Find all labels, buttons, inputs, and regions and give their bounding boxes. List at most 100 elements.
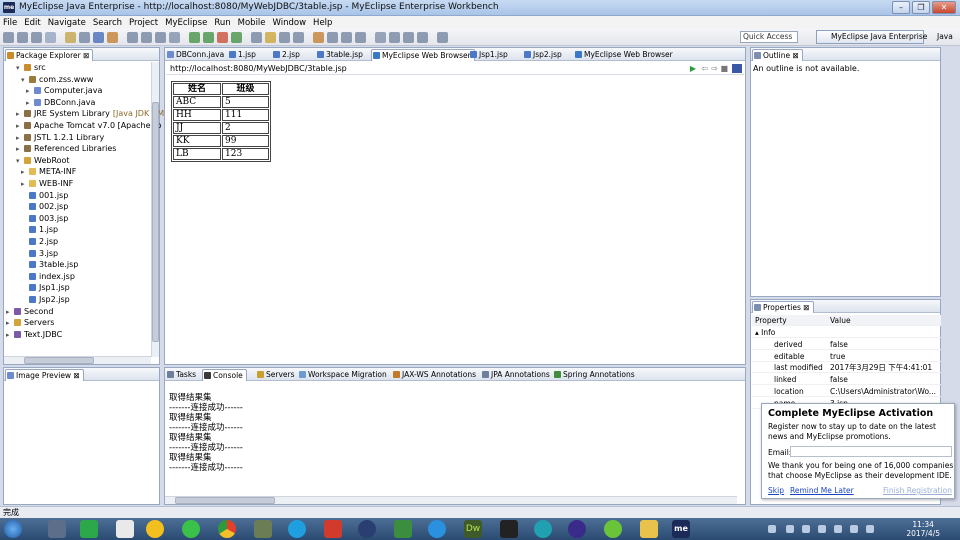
tree-item[interactable]: 002.jsp xyxy=(21,202,68,212)
menu-help[interactable]: Help xyxy=(313,18,332,28)
browser-url[interactable]: http://localhost:8080/MyWebJDBC/3table.j… xyxy=(170,62,347,75)
toolbar-button-icon[interactable] xyxy=(45,32,56,43)
toolbar-button-icon[interactable] xyxy=(169,32,180,43)
expand-toggle-icon[interactable]: ▾ xyxy=(16,156,24,166)
tree-item[interactable]: ▸ Apache Tomcat v7.0 [Apache To xyxy=(16,121,162,131)
expand-toggle-icon[interactable]: ▸ xyxy=(6,307,14,317)
tab-properties[interactable]: Properties ⊠ xyxy=(752,301,814,313)
toolbar-button-icon[interactable] xyxy=(155,32,166,43)
toolbar-button-icon[interactable] xyxy=(251,32,262,43)
wechat-icon[interactable] xyxy=(182,520,200,538)
tab-image-preview[interactable]: Image Preview ⊠ xyxy=(5,369,84,381)
menu-run[interactable]: Run xyxy=(214,18,230,28)
property-row[interactable]: editable true xyxy=(752,351,941,362)
menu-navigate[interactable]: Navigate xyxy=(48,18,86,28)
go-icon[interactable]: ▶ xyxy=(690,62,696,75)
package-explorer-horizontal-scrollbar[interactable] xyxy=(4,356,151,364)
volume-icon[interactable] xyxy=(866,525,874,533)
tree-item[interactable]: 3table.jsp xyxy=(21,260,78,270)
menu-file[interactable]: File xyxy=(3,18,17,28)
browser-menu-icon[interactable] xyxy=(732,64,742,73)
finish-registration-link[interactable]: Finish Registration xyxy=(883,486,952,495)
browser-icon[interactable] xyxy=(288,520,306,538)
menu-window[interactable]: Window xyxy=(273,18,307,28)
taskbar-clock[interactable]: 11:34 2017/4/5 xyxy=(906,520,940,538)
console-tab[interactable]: Workspace Migration xyxy=(298,369,390,381)
tree-item[interactable]: ▸ WEB-INF xyxy=(21,179,73,189)
toolbar-button-icon[interactable] xyxy=(203,32,214,43)
toolbar-button-icon[interactable] xyxy=(189,32,200,43)
myeclipse-taskbar-icon[interactable]: me xyxy=(672,520,690,538)
tray-icon[interactable] xyxy=(818,525,826,533)
close-button[interactable]: ✕ xyxy=(932,1,956,14)
app-icon[interactable] xyxy=(324,520,342,538)
toolbar-button-icon[interactable] xyxy=(127,32,138,43)
property-row[interactable]: derived false xyxy=(752,339,941,350)
restore-button[interactable]: ❐ xyxy=(912,1,930,14)
folder-icon[interactable] xyxy=(640,520,658,538)
perspective-java[interactable]: Java xyxy=(928,30,953,44)
tree-item[interactable]: ▾ com.zss.www xyxy=(21,75,93,85)
tree-item[interactable]: 001.jsp xyxy=(21,191,68,201)
tree-item[interactable]: ▸ DBConn.java xyxy=(26,98,95,108)
toolbar-button-icon[interactable] xyxy=(389,32,400,43)
toolbar-button-icon[interactable] xyxy=(231,32,242,43)
minimize-button[interactable]: – xyxy=(892,1,910,14)
baidu-netdisk-icon[interactable] xyxy=(428,520,446,538)
tray-icon[interactable] xyxy=(768,525,776,533)
quick-access-input[interactable]: Quick Access xyxy=(740,31,798,43)
tree-item[interactable]: ▸ Second xyxy=(6,307,53,317)
tree-item[interactable]: 1.jsp xyxy=(21,225,58,235)
property-row[interactable]: last modified 2017年3月29日 下午4:41:01 xyxy=(752,362,941,374)
expand-toggle-icon[interactable]: ▸ xyxy=(6,330,14,340)
tree-item[interactable]: ▸ Computer.java xyxy=(26,86,102,96)
toolbar-button-icon[interactable] xyxy=(3,32,14,43)
qq-icon[interactable] xyxy=(146,520,164,538)
console-tab[interactable]: Console xyxy=(202,369,247,381)
start-button-icon[interactable] xyxy=(4,520,22,538)
expand-toggle-icon[interactable]: ▸ xyxy=(16,133,24,143)
console-tab[interactable]: Tasks xyxy=(166,369,199,381)
tab-outline[interactable]: Outline ⊠ xyxy=(752,49,803,61)
property-row[interactable]: location C:\Users\Administrator\Wo... xyxy=(752,386,941,397)
scrollbar-thumb[interactable] xyxy=(152,102,159,342)
tray-icon[interactable] xyxy=(786,525,794,533)
menu-mobile[interactable]: Mobile xyxy=(238,18,266,28)
menu-search[interactable]: Search xyxy=(93,18,122,28)
toolbar-button-icon[interactable] xyxy=(217,32,228,43)
console-tab[interactable]: Spring Annotations xyxy=(553,369,638,381)
editor-tab[interactable]: Jsp1.jsp xyxy=(469,49,511,61)
tree-item[interactable]: ▸ META-INF xyxy=(21,167,76,177)
toolbar-button-icon[interactable] xyxy=(417,32,428,43)
toolbar-button-icon[interactable] xyxy=(79,32,90,43)
tree-item[interactable]: ▾ WebRoot xyxy=(16,156,70,166)
calculator-icon[interactable] xyxy=(116,520,134,538)
toolbar-button-icon[interactable] xyxy=(279,32,290,43)
expand-toggle-icon[interactable]: ▸ xyxy=(26,86,34,96)
eclipse-icon[interactable] xyxy=(358,520,376,538)
tray-icon[interactable] xyxy=(802,525,810,533)
tree-item[interactable]: ▸ JSTL 1.2.1 Library xyxy=(16,133,104,143)
console-tab[interactable]: Servers xyxy=(256,369,298,381)
network-icon[interactable] xyxy=(850,525,858,533)
editor-tab[interactable]: 2.jsp xyxy=(272,49,303,61)
scrollbar-thumb[interactable] xyxy=(24,357,94,364)
expand-toggle-icon[interactable]: ▸ xyxy=(6,318,14,328)
app-icon[interactable] xyxy=(394,520,412,538)
console-horizontal-scrollbar[interactable] xyxy=(165,496,737,504)
toolbar-button-icon[interactable] xyxy=(141,32,152,43)
expand-toggle-icon[interactable]: ▸ xyxy=(21,167,29,177)
package-explorer-vertical-scrollbar[interactable] xyxy=(151,62,159,357)
unity-icon[interactable] xyxy=(500,520,518,538)
tray-icon[interactable] xyxy=(834,525,842,533)
toolbar-button-icon[interactable] xyxy=(265,32,276,43)
editor-tab[interactable]: Jsp2.jsp xyxy=(523,49,565,61)
toolbar-button-icon[interactable] xyxy=(31,32,42,43)
menu-myeclipse[interactable]: MyEclipse xyxy=(165,18,207,28)
tree-item[interactable]: Jsp1.jsp xyxy=(21,283,70,293)
tree-item[interactable]: ▸ Text.JDBC xyxy=(6,330,62,340)
browser-url-bar[interactable]: http://localhost:8080/MyWebJDBC/3table.j… xyxy=(166,62,744,75)
tree-item[interactable]: ▾ src xyxy=(16,63,46,73)
app-icon[interactable] xyxy=(254,520,272,538)
editor-tab[interactable]: 1.jsp xyxy=(228,49,259,61)
